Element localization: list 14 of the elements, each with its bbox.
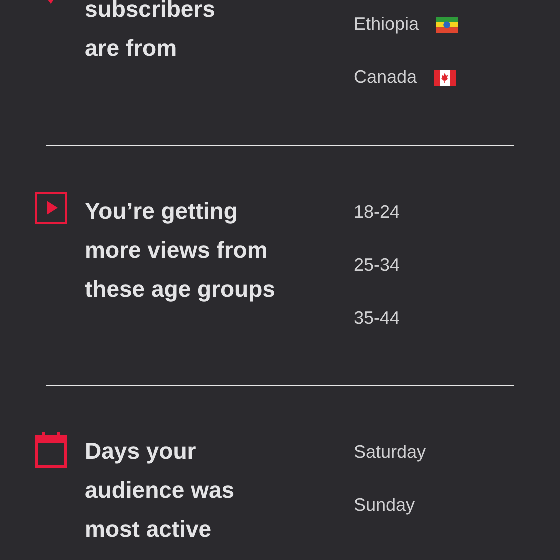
- list-item: Saturday: [354, 442, 426, 463]
- list-item: Canada: [354, 67, 418, 88]
- section-title: You’re getting more views from these age groups: [85, 197, 276, 304]
- calendar-icon: [35, 432, 67, 468]
- flag-icon: [434, 70, 456, 86]
- list-item: Sunday: [354, 495, 416, 516]
- section-title: subscribers are from: [85, 0, 216, 63]
- section-title: Days your audience was most active: [85, 437, 236, 544]
- play-icon: [35, 192, 67, 224]
- list-item: 18-24: [354, 202, 400, 223]
- list-item: Ethiopia: [354, 14, 420, 35]
- list-item: 35-44: [354, 308, 400, 329]
- flag-icon: [436, 16, 458, 32]
- list-item: 25-34: [354, 255, 400, 276]
